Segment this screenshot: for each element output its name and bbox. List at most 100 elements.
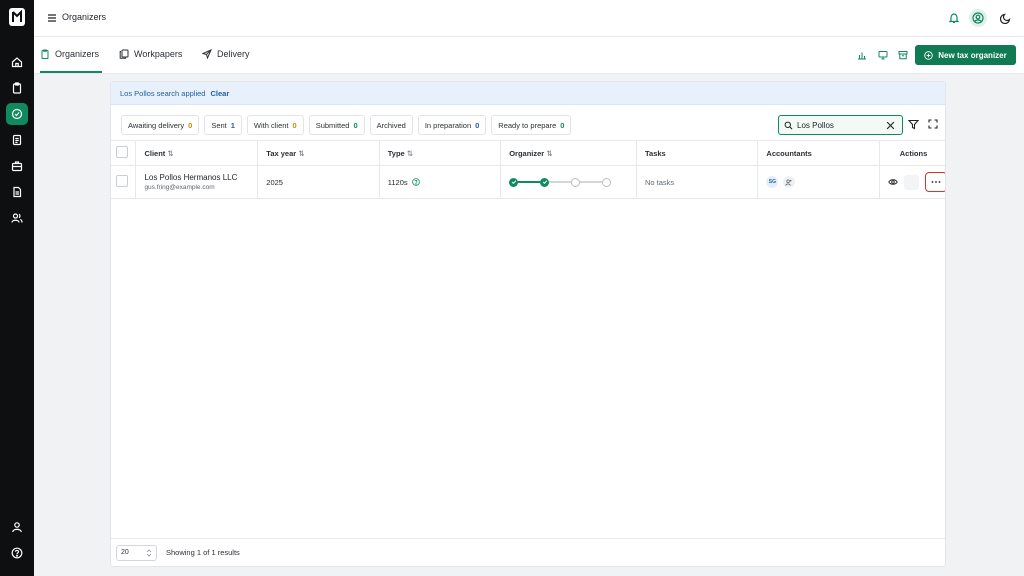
search-field[interactable] <box>778 115 903 135</box>
organizer-progress-cell <box>500 165 637 199</box>
type-value: 1120s <box>387 177 408 187</box>
column-organizer[interactable]: Organizer ⇅ <box>500 140 637 166</box>
select-all-checkbox[interactable] <box>116 146 128 158</box>
hamburger-menu-icon[interactable] <box>47 13 57 23</box>
progress-connector <box>549 181 572 183</box>
page-title: Organizers <box>62 12 107 22</box>
check-icon <box>511 180 516 185</box>
monitor-icon[interactable] <box>878 50 888 60</box>
progress-step-done <box>509 177 519 187</box>
tab-bar: Organizers Workpapers Delivery New tax o… <box>34 37 1024 74</box>
progress-step-pending <box>602 177 612 187</box>
assign-accountant-button[interactable] <box>782 176 795 188</box>
tab-delivery[interactable]: Delivery <box>202 49 250 73</box>
progress-step-done <box>540 177 550 187</box>
clear-search-icon[interactable] <box>886 121 895 130</box>
sort-icon: ⇅ <box>298 148 305 158</box>
question-circle-icon[interactable] <box>411 177 420 186</box>
tab-label: Organizers <box>55 49 100 59</box>
dark-mode-moon-icon[interactable] <box>997 9 1015 27</box>
tax-year-value: 2025 <box>266 177 283 187</box>
page-size-select[interactable]: 20 <box>116 544 157 561</box>
column-tasks: Tasks <box>636 140 759 166</box>
search-input[interactable] <box>797 120 882 130</box>
clipboard-icon <box>41 49 49 59</box>
chip-label: Archived <box>376 120 406 130</box>
sidebar-help-icon[interactable] <box>6 542 28 564</box>
sidebar-clipboard-icon[interactable] <box>6 77 28 99</box>
more-actions-button[interactable] <box>925 172 945 192</box>
client-email: gus.fring@example.com <box>144 184 215 191</box>
actions-cell <box>879 165 945 199</box>
top-header: Organizers <box>34 0 1024 37</box>
column-label: Actions <box>899 148 928 158</box>
sort-icon: ⇅ <box>406 148 414 158</box>
column-label: Type <box>387 148 405 158</box>
sidebar-organizers-icon[interactable] <box>6 103 28 125</box>
column-actions: Actions <box>879 140 945 166</box>
accountants-cell: SG <box>757 165 880 199</box>
organizers-card: Los Pollos search applied Clear Awaiting… <box>110 81 946 567</box>
column-client[interactable]: Client ⇅ <box>135 140 259 166</box>
column-label: Organizer <box>509 148 545 158</box>
chip-count: 0 <box>292 120 297 130</box>
row-select-cell <box>111 165 137 199</box>
column-label: Tasks <box>645 148 666 158</box>
progress-step-pending <box>571 177 581 187</box>
column-label: Accountants <box>766 148 812 158</box>
send-icon <box>202 49 212 59</box>
sidebar-file-icon[interactable] <box>6 181 28 203</box>
column-type[interactable]: Type ⇅ <box>379 140 502 166</box>
check-icon <box>542 180 547 185</box>
table-row[interactable]: Los Pollos Hermanos LLC gus.fring@exampl… <box>111 165 945 199</box>
filter-in-preparation[interactable]: In preparation 0 <box>417 115 487 135</box>
filter-funnel-icon[interactable] <box>908 119 919 130</box>
new-button-label: New tax organizer <box>938 50 1007 60</box>
tasks-value: No tasks <box>645 177 675 187</box>
app-logo-icon[interactable] <box>9 8 25 26</box>
table-footer: 20 Showing 1 of 1 results <box>111 538 945 566</box>
row-checkbox[interactable] <box>116 175 128 187</box>
plus-circle-icon <box>924 50 933 60</box>
chip-label: With client <box>253 120 289 130</box>
progress-connector <box>518 181 541 183</box>
filter-with-client[interactable]: With client 0 <box>246 115 304 135</box>
results-count: Showing 1 of 1 results <box>166 548 240 557</box>
chip-count: 0 <box>475 120 480 130</box>
sort-icon: ⇅ <box>546 148 553 158</box>
filter-archived[interactable]: Archived <box>369 115 413 135</box>
new-tax-organizer-button[interactable]: New tax organizer <box>915 45 1016 65</box>
filter-sent[interactable]: Sent 1 <box>204 115 242 135</box>
view-eye-icon[interactable] <box>888 177 898 187</box>
chart-bar-icon[interactable] <box>857 50 867 60</box>
tab-workpapers[interactable]: Workpapers <box>119 49 182 73</box>
user-avatar-icon[interactable] <box>969 9 987 27</box>
type-cell: 1120s <box>379 165 502 199</box>
disabled-action-button <box>904 174 919 190</box>
fullscreen-expand-icon[interactable] <box>928 119 938 129</box>
chip-label: Awaiting delivery <box>128 120 185 130</box>
clear-search-link[interactable]: Clear <box>210 89 229 98</box>
sidebar-document-icon[interactable] <box>6 129 28 151</box>
banner-text: Los Pollos search applied <box>120 88 206 98</box>
filter-submitted[interactable]: Submitted 0 <box>308 115 365 135</box>
tab-label: Delivery <box>217 49 250 59</box>
sidebar-users-icon[interactable] <box>6 207 28 229</box>
notifications-bell-icon[interactable] <box>945 9 963 27</box>
chip-count: 0 <box>560 120 565 130</box>
column-tax-year[interactable]: Tax year ⇅ <box>257 140 380 166</box>
archive-box-icon[interactable] <box>898 50 908 60</box>
sidebar-briefcase-icon[interactable] <box>6 155 28 177</box>
row-actions <box>888 172 945 192</box>
filter-ready-to-prepare[interactable]: Ready to prepare 0 <box>491 115 572 135</box>
sidebar-profile-icon[interactable] <box>6 516 28 538</box>
accountant-avatar[interactable]: SG <box>766 176 779 188</box>
filter-awaiting-delivery[interactable]: Awaiting delivery 0 <box>121 115 200 135</box>
chip-label: In preparation <box>424 120 472 130</box>
sort-icon: ⇅ <box>167 148 174 158</box>
tab-organizers[interactable]: Organizers <box>40 49 102 73</box>
sidebar-home-icon[interactable] <box>6 51 28 73</box>
chip-count: 0 <box>188 120 193 130</box>
progress-connector <box>580 181 603 183</box>
client-cell[interactable]: Los Pollos Hermanos LLC gus.fring@exampl… <box>135 165 259 199</box>
